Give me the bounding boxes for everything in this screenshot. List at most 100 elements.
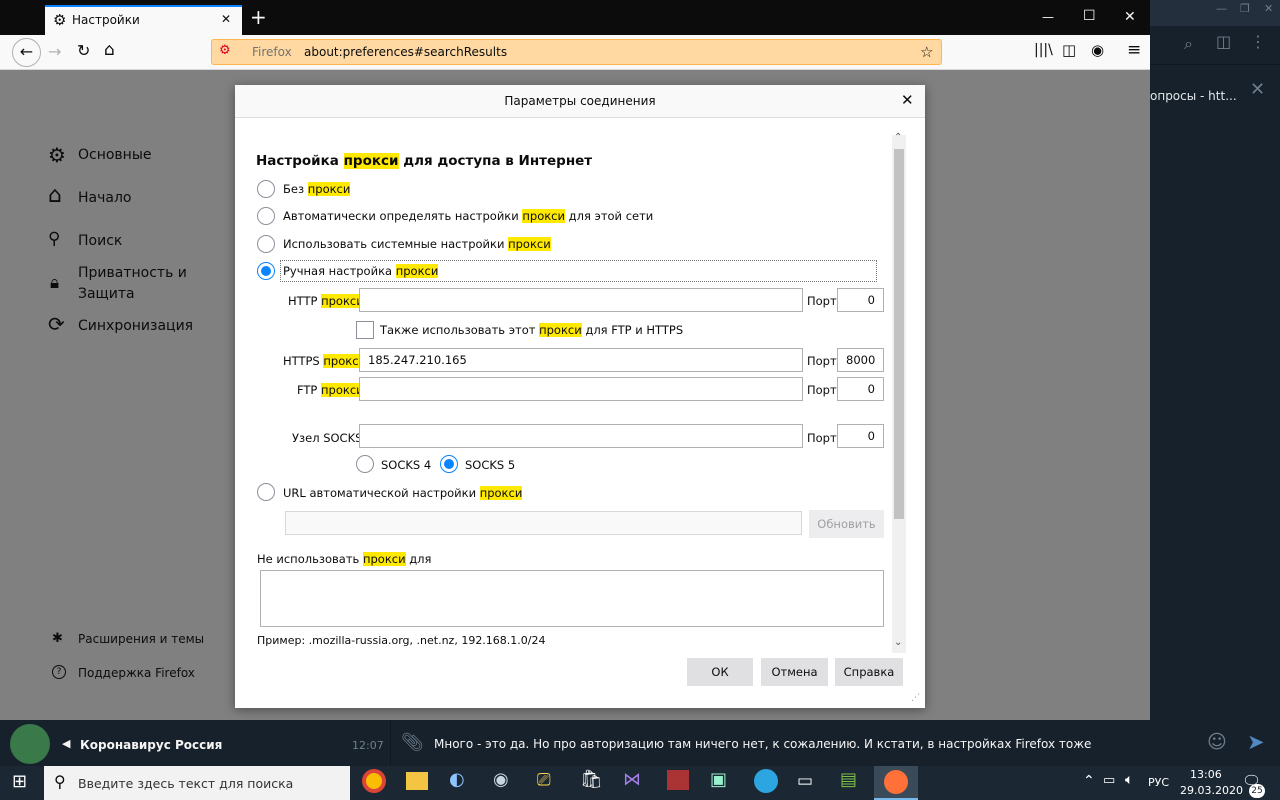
menu-icon[interactable]: ≡	[1127, 40, 1141, 60]
windows-start-icon[interactable]: ⊞	[12, 771, 27, 792]
radio-system[interactable]	[257, 235, 275, 253]
network-app-icon[interactable]: ⎚	[537, 770, 551, 790]
label-no-proxy[interactable]: Без прокси	[283, 182, 351, 196]
telegram-chat-row[interactable]: ◀ Коронавирус Россия 12:07	[0, 720, 390, 766]
clock-time[interactable]: 13:06	[1190, 768, 1222, 781]
taskbar-search[interactable]: ⚲ Введите здесь текст для поиска	[44, 766, 350, 800]
heading-part: Настройка	[256, 153, 344, 169]
firefox-taskbar-button[interactable]	[874, 766, 918, 800]
identity-icon[interactable]: ⚙	[219, 43, 231, 58]
http-proxy-label: HTTP прокси	[288, 294, 364, 308]
sidebar-item-privacy[interactable]: 🔒︎ Приватность и Защита	[48, 263, 198, 305]
telegram-icon[interactable]	[754, 769, 778, 793]
close-icon[interactable]: ✕	[1264, 2, 1273, 15]
clock-date[interactable]: 29.03.2020	[1180, 784, 1243, 797]
socks4-label[interactable]: SOCKS 4	[381, 458, 431, 472]
message-input[interactable]: Много - это да. Но про авторизацию там н…	[434, 737, 1091, 751]
socks-host-input[interactable]	[359, 424, 803, 448]
window-close-button[interactable]: ✕	[1124, 9, 1136, 25]
socks-port-input[interactable]: 0	[837, 424, 884, 448]
steam-icon[interactable]: ◉	[493, 769, 509, 790]
scroll-thumb[interactable]	[894, 149, 904, 519]
photos-icon[interactable]: ▣	[710, 769, 727, 790]
dialog-scrollbar[interactable]: ⌃ ⌄	[892, 132, 906, 653]
new-tab-button[interactable]: +	[250, 5, 267, 29]
account-icon[interactable]: ◉	[1091, 41, 1104, 59]
pac-url-input[interactable]	[285, 511, 802, 535]
reload-icon[interactable]: ↻	[77, 41, 90, 60]
minimize-icon[interactable]: —	[1216, 2, 1227, 15]
http-port-input[interactable]: 0	[837, 288, 884, 312]
network-icon[interactable]: ▭	[1103, 773, 1115, 788]
ftp-proxy-input[interactable]	[359, 377, 803, 401]
ftp-port-input[interactable]: 0	[837, 377, 884, 401]
maximize-icon[interactable]: ❐	[1240, 2, 1250, 15]
home-icon[interactable]: ⌂	[104, 40, 115, 60]
send-icon[interactable]: ➤	[1247, 730, 1265, 754]
telegram-composer: 📎︎ Много - это да. Но про авторизацию та…	[390, 720, 1280, 766]
radio-manual[interactable]	[257, 262, 275, 280]
https-port-input[interactable]: 8000	[837, 348, 884, 372]
reload-button[interactable]: Обновить	[809, 510, 884, 538]
taskbar: ⊞ ⚲ Введите здесь текст для поиска ◐ ◉ ⎚…	[0, 766, 1280, 800]
ok-button[interactable]: ОК	[687, 658, 753, 686]
radio-socks4[interactable]	[356, 455, 374, 473]
back-button[interactable]: ←	[12, 38, 41, 67]
http-proxy-input[interactable]	[359, 288, 803, 312]
chrome-icon[interactable]	[362, 769, 386, 793]
close-pinned-icon[interactable]: ✕	[1250, 79, 1265, 100]
bookmark-star-icon[interactable]: ☆	[920, 43, 933, 61]
radio-pac-url[interactable]	[257, 483, 275, 501]
attach-icon[interactable]: 📎︎	[401, 732, 424, 753]
winrar-icon[interactable]	[667, 770, 689, 790]
label-highlight: прокси	[307, 182, 351, 196]
app-icon[interactable]: ◐	[449, 769, 465, 790]
sidebar-item-label: Начало	[78, 190, 132, 206]
help-button[interactable]: Справка	[835, 658, 903, 686]
columns-icon[interactable]: ◫	[1216, 32, 1231, 51]
visual-studio-icon[interactable]: ⋈	[623, 769, 641, 790]
emoji-icon[interactable]: ☺	[1207, 731, 1227, 753]
tray-chevron-icon[interactable]: ⌃	[1083, 773, 1095, 789]
media-icon[interactable]: ▭	[797, 771, 813, 791]
https-proxy-input[interactable]: 185.247.210.165	[359, 348, 803, 372]
store-icon[interactable]: 🛍︎	[580, 769, 603, 790]
sidebar-icon[interactable]: ◫	[1062, 41, 1076, 59]
cancel-button[interactable]: Отмена	[761, 658, 828, 686]
search-icon[interactable]: ⌕	[1184, 34, 1193, 54]
tab-close-icon[interactable]: ✕	[221, 12, 231, 26]
telegram-pinned: опросы - htt... ✕	[1150, 64, 1280, 124]
explorer-icon[interactable]	[406, 772, 428, 790]
dialog-title: Параметры соединения	[504, 94, 656, 108]
label-auto-detect[interactable]: Автоматически определять настройки прокс…	[283, 209, 653, 223]
url-bar[interactable]: ⚙ Firefox about:preferences#searchResult…	[211, 39, 942, 65]
label-pac-url[interactable]: URL автоматической настройки прокси	[283, 486, 523, 500]
radio-auto-detect[interactable]	[257, 207, 275, 225]
forward-arrow-icon[interactable]: →	[48, 42, 61, 61]
notes-icon[interactable]: ▤	[840, 769, 857, 790]
dialog-close-icon[interactable]: ✕	[901, 91, 914, 109]
volume-icon[interactable]: 🔈︎	[1125, 772, 1133, 788]
language-indicator[interactable]: РУС	[1148, 776, 1169, 789]
more-icon[interactable]: ⋮	[1250, 32, 1266, 51]
telegram-header: ⌕ ◫ ⋮	[1150, 26, 1280, 64]
window-minimize-button[interactable]: —	[1042, 10, 1054, 24]
tab-settings[interactable]: ⚙ Настройки ✕	[45, 5, 242, 35]
label-part: Не использовать	[257, 552, 363, 566]
no-proxy-textarea[interactable]	[260, 570, 884, 627]
label-system[interactable]: Использовать системные настройки прокси	[283, 237, 551, 251]
window-maximize-button[interactable]: ☐	[1083, 8, 1096, 24]
also-use-label[interactable]: Также использовать этот прокси для FTP и…	[380, 323, 683, 337]
radio-socks5[interactable]	[440, 455, 458, 473]
scroll-up-icon[interactable]: ⌃	[894, 132, 902, 143]
resize-grip-icon[interactable]: ⋰	[911, 693, 920, 703]
label-highlight: прокси	[479, 486, 523, 500]
radio-no-proxy[interactable]	[257, 180, 275, 198]
label-manual[interactable]: Ручная настройка прокси	[283, 264, 439, 278]
also-use-checkbox[interactable]	[356, 321, 374, 339]
url-text[interactable]: about:preferences#searchResults	[304, 45, 507, 59]
library-icon[interactable]: |||\	[1034, 42, 1053, 58]
socks5-label[interactable]: SOCKS 5	[465, 458, 515, 472]
https-port-label: Порт	[807, 354, 837, 368]
scroll-down-icon[interactable]: ⌄	[894, 637, 902, 648]
